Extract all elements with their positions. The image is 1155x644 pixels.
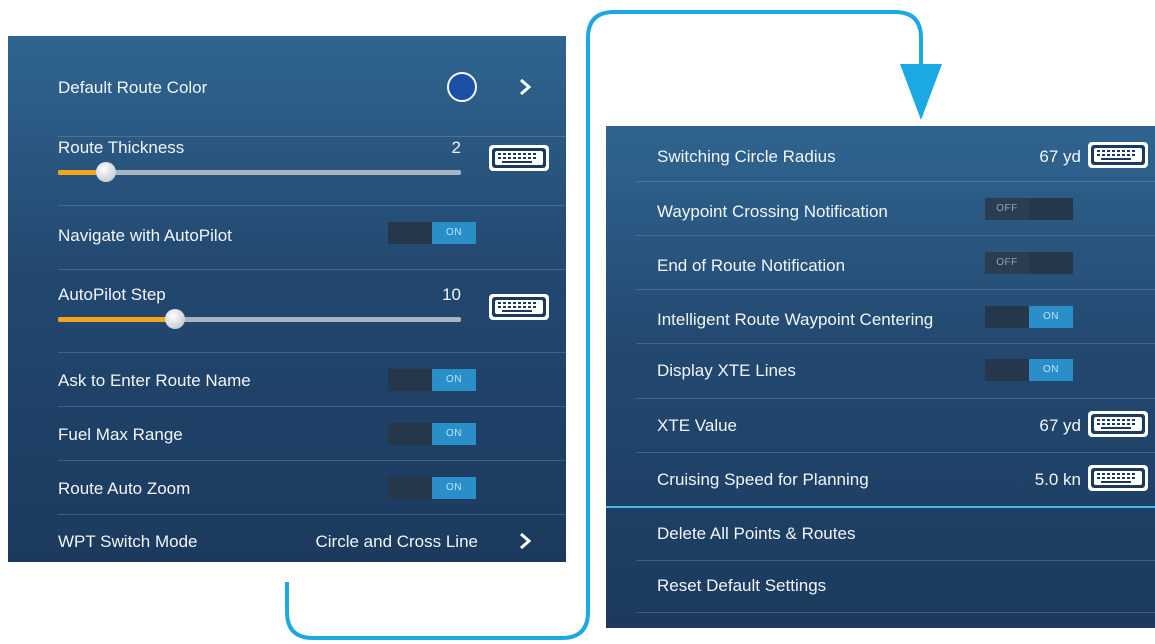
route-thickness-value: 2 — [451, 138, 461, 157]
autopilot-step-row: AutoPilot Step 10 — [8, 269, 566, 352]
ask-route-name-row: Ask to Enter Route Name ON — [8, 352, 566, 406]
ask-route-name-label: Ask to Enter Route Name — [58, 371, 251, 390]
route-thickness-label: Route Thickness — [58, 138, 185, 157]
cruising-speed-label: Cruising Speed for Planning — [657, 470, 869, 489]
wpt-switch-mode-value: Circle and Cross Line — [315, 532, 478, 551]
display-xte-toggle[interactable]: ON — [985, 359, 1073, 381]
display-xte-row: Display XTE Lines ON — [606, 343, 1155, 398]
waypoint-crossing-label: Waypoint Crossing Notification — [657, 202, 888, 221]
xte-value-value: 67 yd — [1039, 416, 1081, 435]
fuel-max-range-label: Fuel Max Range — [58, 425, 183, 444]
end-of-route-toggle[interactable]: OFF — [985, 252, 1073, 274]
default-route-color-label: Default Route Color — [58, 78, 208, 97]
route-settings-panel-right: Switching Circle Radius 67 yd Waypoint C… — [606, 126, 1155, 628]
xte-value-row: XTE Value 67 yd — [606, 398, 1155, 452]
intelligent-centering-label: Intelligent Route Waypoint Centering — [657, 310, 934, 329]
keyboard-icon[interactable] — [1087, 141, 1149, 169]
slider-thumb[interactable] — [96, 162, 117, 182]
route-thickness-slider[interactable] — [58, 162, 461, 182]
reset-defaults-label: Reset Default Settings — [657, 576, 827, 595]
delete-all-label: Delete All Points & Routes — [657, 524, 856, 543]
route-auto-zoom-label: Route Auto Zoom — [58, 479, 191, 498]
route-color-swatch — [447, 72, 477, 102]
intelligent-centering-row: Intelligent Route Waypoint Centering ON — [606, 289, 1155, 343]
switching-circle-radius-row: Switching Circle Radius 67 yd — [606, 126, 1155, 181]
navigate-autopilot-toggle[interactable]: ON — [388, 222, 476, 244]
toggle-state: ON — [432, 222, 476, 244]
end-of-route-row: End of Route Notification OFF — [606, 235, 1155, 289]
navigate-autopilot-row: Navigate with AutoPilot ON — [8, 205, 566, 269]
switching-circle-radius-value: 67 yd — [1039, 147, 1081, 166]
cruising-speed-row: Cruising Speed for Planning 5.0 kn — [606, 452, 1155, 506]
end-of-route-label: End of Route Notification — [657, 256, 846, 275]
ask-route-name-toggle[interactable]: ON — [388, 369, 476, 391]
fuel-max-range-row: Fuel Max Range ON — [8, 406, 566, 460]
toggle-state: ON — [1029, 359, 1073, 381]
autopilot-step-value: 10 — [442, 285, 461, 304]
wpt-switch-mode-row[interactable]: WPT Switch Mode Circle and Cross Line — [8, 514, 566, 562]
keyboard-icon[interactable] — [488, 293, 550, 321]
toggle-state: OFF — [985, 198, 1029, 220]
waypoint-crossing-toggle[interactable]: OFF — [985, 198, 1073, 220]
xte-value-label: XTE Value — [657, 416, 738, 435]
waypoint-crossing-row: Waypoint Crossing Notification OFF — [606, 181, 1155, 235]
autopilot-step-label: AutoPilot Step — [58, 285, 166, 304]
default-route-color-row[interactable]: Default Route Color — [8, 36, 566, 136]
wpt-switch-mode-label: WPT Switch Mode — [58, 532, 198, 551]
slider-thumb[interactable] — [164, 309, 185, 329]
route-settings-panel-left: Default Route Color Route Thickness 2 Na… — [8, 36, 566, 562]
toggle-state: ON — [432, 423, 476, 445]
route-thickness-row: Route Thickness 2 — [8, 136, 566, 205]
intelligent-centering-toggle[interactable]: ON — [985, 306, 1073, 328]
route-auto-zoom-toggle[interactable]: ON — [388, 477, 476, 499]
keyboard-icon[interactable] — [1087, 464, 1149, 492]
fuel-max-range-toggle[interactable]: ON — [388, 423, 476, 445]
divider — [636, 612, 1155, 613]
keyboard-icon[interactable] — [488, 144, 550, 172]
toggle-state: ON — [432, 477, 476, 499]
autopilot-step-slider[interactable] — [58, 309, 461, 329]
cruising-speed-value: 5.0 kn — [1034, 470, 1081, 489]
toggle-state: ON — [432, 369, 476, 391]
toggle-state: ON — [1029, 306, 1073, 328]
route-auto-zoom-row: Route Auto Zoom ON — [8, 460, 566, 514]
keyboard-icon[interactable] — [1087, 410, 1149, 438]
navigate-autopilot-label: Navigate with AutoPilot — [58, 226, 232, 245]
chevron-right-icon[interactable] — [516, 530, 534, 552]
toggle-state: OFF — [985, 252, 1029, 274]
switching-circle-radius-label: Switching Circle Radius — [657, 147, 836, 166]
reset-defaults-button[interactable]: Reset Default Settings — [606, 560, 1155, 612]
delete-all-button[interactable]: Delete All Points & Routes — [606, 508, 1155, 560]
chevron-right-icon[interactable] — [516, 76, 534, 98]
display-xte-label: Display XTE Lines — [657, 361, 796, 380]
